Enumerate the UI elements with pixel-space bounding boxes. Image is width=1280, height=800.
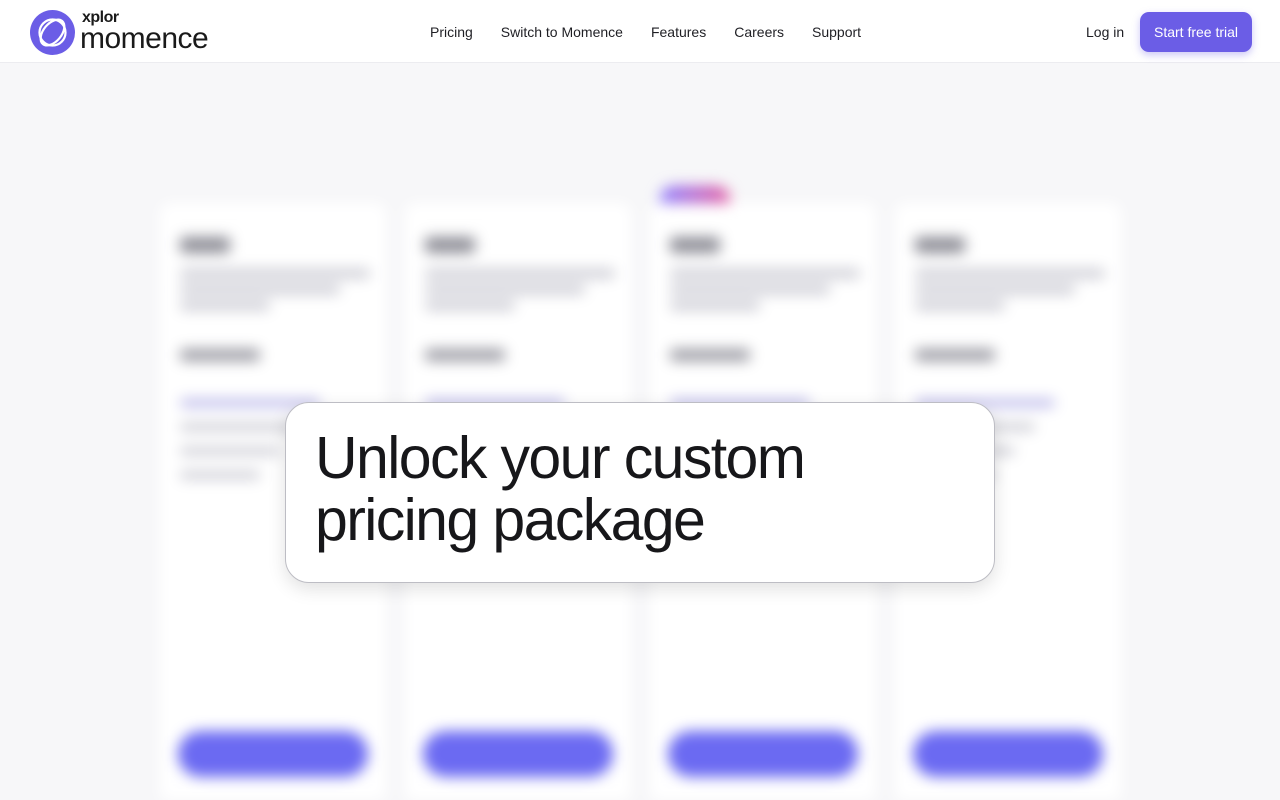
nav-pricing[interactable]: Pricing xyxy=(416,24,487,40)
momence-logo-icon xyxy=(30,9,75,55)
main-nav: Pricing Switch to Momence Features Caree… xyxy=(416,0,875,63)
pricing-card-button xyxy=(913,731,1103,777)
logo-link[interactable]: xplor momence xyxy=(30,9,209,55)
modal-title: Unlock your custom pricing package xyxy=(315,425,806,553)
start-free-trial-button[interactable]: Start free trial xyxy=(1140,12,1252,52)
nav-support[interactable]: Support xyxy=(798,24,875,40)
unlock-pricing-modal: Unlock your custom pricing package xyxy=(285,402,995,583)
pricing-card-button xyxy=(178,731,368,777)
logo-main-text: momence xyxy=(80,22,209,55)
pricing-card-button xyxy=(423,731,613,777)
logo-wordmark: xplor momence xyxy=(80,10,209,55)
nav-switch-to-momence[interactable]: Switch to Momence xyxy=(487,24,637,40)
nav-features[interactable]: Features xyxy=(637,24,720,40)
pricing-card-button xyxy=(668,731,858,777)
site-header: xplor momence Pricing Switch to Momence … xyxy=(0,0,1280,63)
login-link[interactable]: Log in xyxy=(1072,20,1138,44)
nav-careers[interactable]: Careers xyxy=(720,24,798,40)
